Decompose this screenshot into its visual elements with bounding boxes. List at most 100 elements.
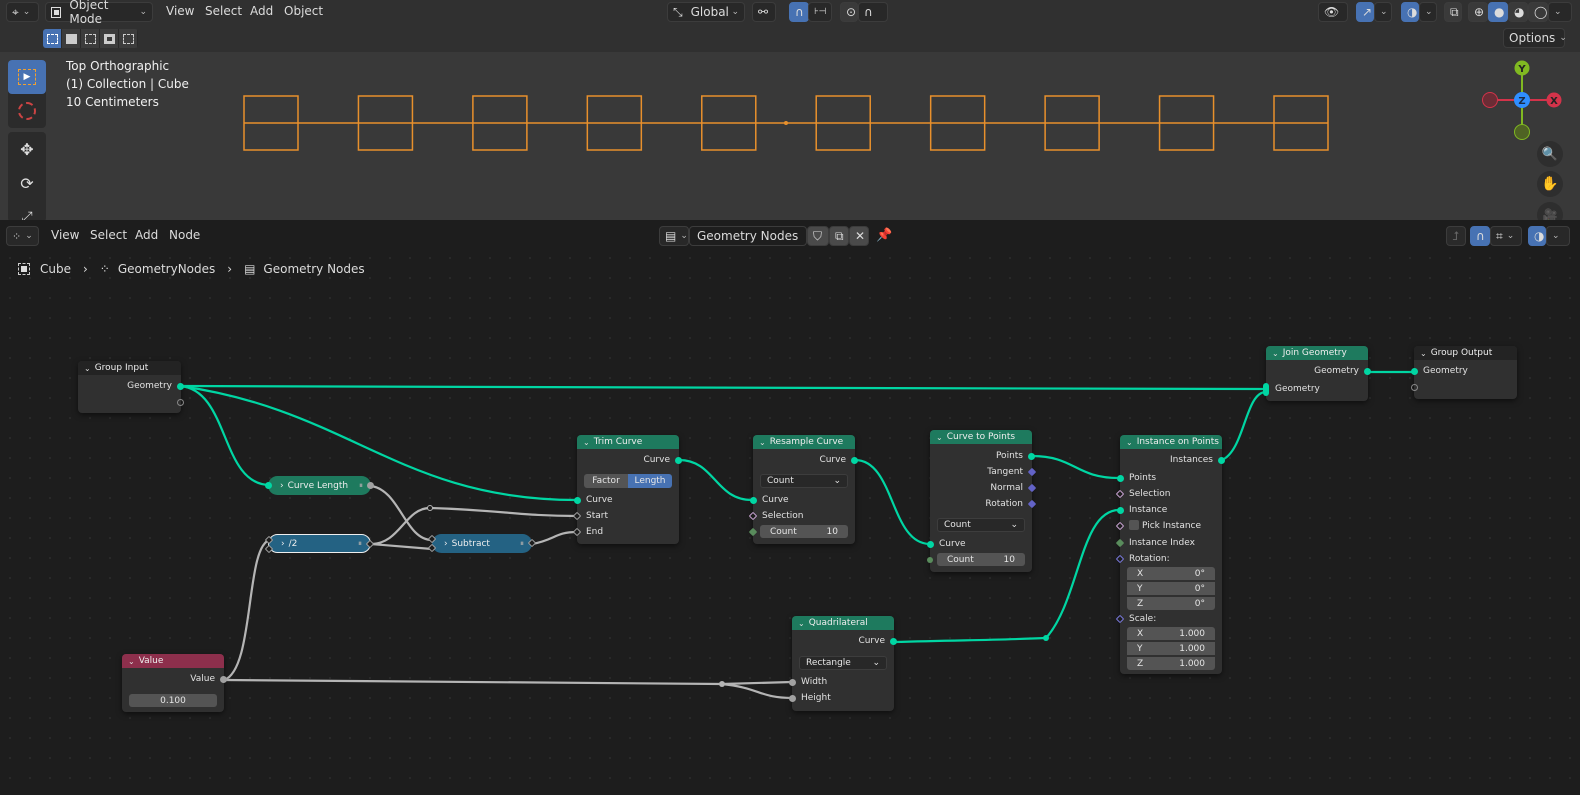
rotation-y-field[interactable]: Y 0° <box>1127 582 1215 595</box>
gizmo-dropdown[interactable]: ⌄ <box>1374 2 1392 22</box>
overlays-toggle[interactable]: ◑ <box>1401 2 1419 22</box>
shading-rendered[interactable]: ◯ <box>1528 2 1548 22</box>
socket-empty-out[interactable] <box>177 399 184 406</box>
node-group-input[interactable]: ⌄ Group Input Geometry <box>78 361 184 413</box>
socket-curve-out[interactable] <box>675 457 682 464</box>
socket-points-out[interactable] <box>1028 453 1035 460</box>
collapse-icon[interactable]: ⌄ <box>1126 438 1133 447</box>
unlink-button[interactable]: ✕ <box>849 226 869 246</box>
zoom-view-button[interactable]: 🔍 <box>1537 141 1563 167</box>
collapse-icon[interactable]: ⌄ <box>759 438 766 447</box>
node-tree-name-field[interactable]: Geometry Nodes <box>689 226 807 246</box>
socket-points-in[interactable] <box>1117 475 1124 482</box>
collapse-icon[interactable]: ⌄ <box>1420 349 1427 358</box>
resample-mode-dropdown[interactable]: Count ⌄ <box>760 474 848 488</box>
collapse-icon[interactable]: ⌄ <box>583 438 590 447</box>
menu-object[interactable]: Object <box>284 4 323 18</box>
node-divide[interactable]: ›/2 ⏸ <box>264 534 375 554</box>
node-menu-select[interactable]: Select <box>90 228 127 242</box>
value-field[interactable]: 0.100 <box>129 694 217 707</box>
expand-icon[interactable]: › <box>280 481 284 491</box>
socket-width-in[interactable] <box>789 679 796 686</box>
proportional-edit-toggle[interactable]: ⊙ <box>840 2 858 22</box>
select-intersect-icon[interactable] <box>119 29 138 48</box>
pick-instance-checkbox[interactable] <box>1129 520 1139 530</box>
node-menu-view[interactable]: View <box>51 228 79 242</box>
node-editor-type-button[interactable]: ⁘ ⌄ <box>6 226 39 246</box>
falloff-button[interactable]: ∩ <box>858 2 888 22</box>
transform-orientation-select[interactable]: ⤡ Global ⌄ <box>667 2 745 22</box>
gizmo-neg-x-axis[interactable] <box>1482 92 1498 108</box>
node-curve-length[interactable]: › Curve Length ⏸ <box>265 476 374 495</box>
collapse-icon[interactable]: ⌄ <box>1272 349 1279 358</box>
socket-empty-in[interactable] <box>1411 384 1418 391</box>
socket-value-out[interactable] <box>220 676 227 683</box>
fake-user-button[interactable]: ⛉ <box>807 226 829 246</box>
node-snap-toggle[interactable]: ∩ <box>1470 226 1490 246</box>
duplicate-button[interactable]: ⧉ <box>829 226 849 246</box>
socket-curve-in[interactable] <box>574 497 581 504</box>
menu-add[interactable]: Add <box>250 4 273 18</box>
expand-icon[interactable]: › <box>444 539 448 549</box>
socket-curve-out[interactable] <box>851 457 858 464</box>
xray-toggle[interactable]: ⧉ <box>1444 2 1462 22</box>
select-invert-icon[interactable] <box>100 29 119 48</box>
node-quadrilateral[interactable]: ⌄ Quadrilateral Curve Rectangle ⌄ Width He… <box>789 616 897 711</box>
overlays-dropdown[interactable]: ⌄ <box>1419 2 1437 22</box>
node-resample-curve[interactable]: ⌄ Resample Curve Curve Count ⌄ Curve Selec… <box>748 435 858 544</box>
pan-view-button[interactable]: ✋ <box>1537 171 1563 197</box>
pivot-point-button[interactable]: ⚯ <box>752 2 776 22</box>
snap-target-button[interactable]: ⊦⊣ <box>808 2 832 22</box>
node-tree-browse[interactable]: ▤ ⌄ <box>659 226 689 246</box>
socket-height-in[interactable] <box>789 695 796 702</box>
node-join-geometry[interactable]: ⌄ Join Geometry Geometry Geometry <box>1263 346 1371 401</box>
node-menu-node[interactable]: Node <box>169 228 200 242</box>
scale-z-field[interactable]: Z 1.000 <box>1127 657 1215 670</box>
socket-geometry-out[interactable] <box>1364 368 1371 375</box>
socket-count-in[interactable] <box>927 557 933 563</box>
count-field[interactable]: Count 10 <box>937 553 1025 566</box>
shading-dropdown[interactable]: ⌄ <box>1548 2 1572 22</box>
pin-icon[interactable]: 📌 <box>876 228 892 243</box>
socket-instance-in[interactable] <box>1117 507 1124 514</box>
camera-view-button[interactable]: 🎥 <box>1537 202 1563 220</box>
rotation-z-field[interactable]: Z 0° <box>1127 597 1215 610</box>
socket-curve-in[interactable] <box>750 497 757 504</box>
expand-icon[interactable]: › <box>281 539 285 549</box>
select-new-icon[interactable] <box>43 29 62 48</box>
collapse-icon[interactable]: ⌄ <box>936 433 943 442</box>
node-overlays-dropdown[interactable]: ⌄ <box>1546 226 1570 246</box>
editor-type-button[interactable]: ⌖ ⌄ <box>6 2 39 22</box>
node-group-output[interactable]: ⌄ Group Output Geometry <box>1411 346 1517 399</box>
socket-length-out[interactable] <box>367 482 374 489</box>
socket-curve-in[interactable] <box>265 482 272 489</box>
count-field[interactable]: Count 10 <box>760 525 848 538</box>
socket-instances-out[interactable] <box>1218 457 1225 464</box>
socket-geometry-out[interactable] <box>177 383 184 390</box>
options-dropdown[interactable]: Options ⌄ <box>1503 28 1567 48</box>
node-trim-curve[interactable]: ⌄ Trim Curve Curve Factor Length Curve St… <box>572 435 682 544</box>
breadcrumb-modifier[interactable]: GeometryNodes <box>118 262 215 276</box>
breadcrumb-node-tree[interactable]: Geometry Nodes <box>263 262 364 276</box>
3d-viewport[interactable]: ▶ ✥ ⟳ ⤢ Top Orthographic (1) Collection … <box>0 52 1580 220</box>
socket-curve-out[interactable] <box>890 638 897 645</box>
breadcrumb-object[interactable]: Cube <box>40 262 71 276</box>
snap-toggle[interactable]: ∩ <box>789 2 809 22</box>
shading-wireframe[interactable]: ⊕ <box>1468 2 1488 22</box>
scale-x-field[interactable]: X 1.000 <box>1127 627 1215 640</box>
node-subtract[interactable]: › Subtract ⏸ <box>427 534 537 553</box>
node-overlays-toggle[interactable]: ◑ <box>1528 226 1546 246</box>
gizmo-neg-y-axis[interactable] <box>1514 124 1530 140</box>
node-instance-on-points[interactable]: ⌄ Instance on Points Instances Points Sel… <box>1115 435 1225 674</box>
gizmo-toggle[interactable]: ↗ <box>1356 2 1374 22</box>
scale-y-field[interactable]: Y 1.000 <box>1127 642 1215 655</box>
socket-geometry-multi-in[interactable] <box>1263 383 1269 396</box>
mode-factor[interactable]: Factor <box>584 474 628 488</box>
menu-select[interactable]: Select <box>205 4 242 18</box>
quad-mode-dropdown[interactable]: Rectangle ⌄ <box>799 656 887 670</box>
parent-tree-button[interactable]: ⮥ <box>1446 226 1466 246</box>
socket-curve-in[interactable] <box>927 541 934 548</box>
mode-select[interactable]: Object Mode ⌄ <box>45 0 153 26</box>
rotation-x-field[interactable]: X 0° <box>1127 567 1215 580</box>
mode-length[interactable]: Length <box>628 474 672 488</box>
